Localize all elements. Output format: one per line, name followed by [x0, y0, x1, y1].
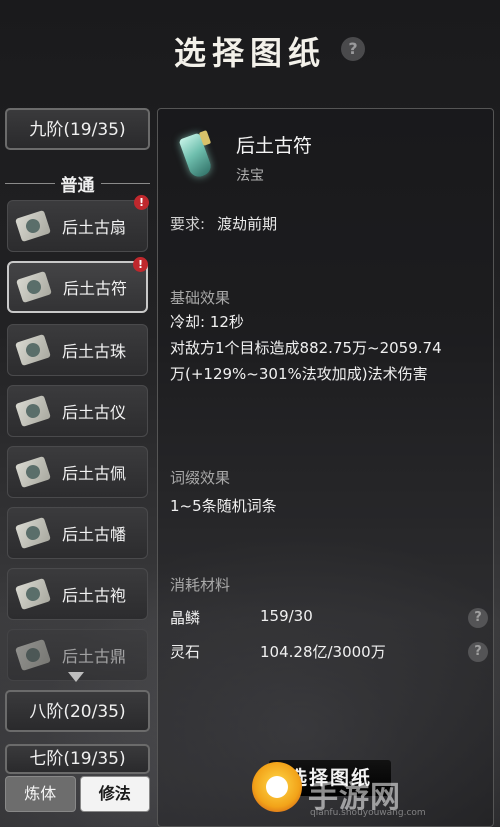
list-item-instrument[interactable]: 后土古仪 — [7, 385, 148, 437]
divider-line-right — [100, 182, 150, 184]
item-label: 后土古珠 — [62, 342, 127, 361]
tab-spell-cultivation[interactable]: 修法 — [79, 776, 150, 812]
divider-line-left — [5, 182, 55, 184]
detail-panel: 后土古符 法宝 要求: 渡劫前期 基础效果 冷却: 12秒 对敌方1个目标造成88… — [157, 108, 494, 827]
grade-7-button[interactable]: 七阶(19/35) — [5, 744, 150, 774]
watermark-url: qianfu.shouyouwang.com — [310, 808, 426, 818]
material-name: 晶鳞 — [170, 609, 201, 627]
item-label: 后土古符 — [63, 279, 128, 298]
scroll-icon — [15, 333, 51, 367]
material-qty: 159/30 — [260, 607, 313, 625]
watermark: 手游网 qianfu.shouyouwang.com — [252, 756, 492, 822]
list-item-pearl[interactable]: 后土古珠 — [7, 324, 148, 376]
affix-text: 1~5条随机词条 — [170, 497, 277, 515]
scroll-icon — [15, 577, 51, 611]
material-qty: 104.28亿/3000万 — [260, 643, 386, 661]
item-label: 后土古佩 — [62, 464, 127, 483]
effect-line-1: 对敌方1个目标造成882.75万~2059.74 — [170, 339, 442, 357]
list-item-talisman[interactable]: 后土古符 ! — [7, 257, 148, 313]
requirement-label: 要求: — [170, 215, 206, 233]
alert-icon: ! — [133, 257, 148, 272]
watermark-logo-icon — [252, 762, 302, 812]
materials-title: 消耗材料 — [170, 576, 231, 594]
blueprint-list: 九阶(19/35) 普通 后土古扇 ! 后土古符 ! 后土古珠 后土古仪 后土古… — [0, 108, 155, 827]
material-help-icon[interactable]: ? — [468, 608, 488, 628]
category-tabs: 炼体 修法 — [5, 776, 150, 812]
material-row: 晶鳞 159/30 ? — [170, 607, 488, 633]
requirement-value: 渡劫前期 — [217, 215, 278, 233]
material-row: 灵石 104.28亿/3000万 ? — [170, 641, 488, 667]
scroll-icon — [15, 638, 51, 672]
material-name: 灵石 — [170, 643, 201, 661]
section-label: 普通 — [60, 175, 95, 196]
cooldown-text: 冷却: 12秒 — [170, 313, 244, 331]
scroll-icon — [16, 270, 52, 304]
item-label: 后土古袍 — [62, 586, 127, 605]
affix-title: 词缀效果 — [170, 469, 231, 487]
item-label: 后土古扇 — [62, 218, 127, 237]
list-item-banner[interactable]: 后土古幡 — [7, 507, 148, 559]
list-item-pendant[interactable]: 后土古佩 — [7, 446, 148, 498]
scroll-icon — [15, 455, 51, 489]
effect-line-2: 万(+129%~301%法攻加成)法术伤害 — [170, 365, 428, 383]
talisman-artwork — [171, 130, 223, 183]
scroll-icon — [15, 516, 51, 550]
grade-8-button[interactable]: 八阶(20/35) — [5, 690, 150, 732]
scroll-icon — [15, 209, 51, 243]
grade-9-button[interactable]: 九阶(19/35) — [5, 108, 150, 150]
alert-icon: ! — [134, 195, 149, 210]
material-help-icon[interactable]: ? — [468, 642, 488, 662]
item-label: 后土古幡 — [62, 525, 127, 544]
scroll-down-icon[interactable] — [68, 672, 84, 682]
scroll-icon — [15, 394, 51, 428]
item-name: 后土古符 — [236, 135, 313, 157]
base-effect-title: 基础效果 — [170, 289, 231, 307]
requirement: 要求: 渡劫前期 — [170, 213, 277, 234]
tab-body-refining[interactable]: 炼体 — [5, 776, 76, 812]
help-icon[interactable]: ? — [341, 37, 365, 61]
section-divider: 普通 — [5, 170, 150, 196]
item-label: 后土古鼎 — [62, 647, 127, 666]
item-label: 后土古仪 — [62, 403, 127, 422]
page-title: 选择图纸 — [173, 34, 326, 72]
item-type: 法宝 — [236, 168, 264, 184]
list-item-fan[interactable]: 后土古扇 ! — [7, 195, 149, 252]
list-item-robe[interactable]: 后土古袍 — [7, 568, 148, 620]
